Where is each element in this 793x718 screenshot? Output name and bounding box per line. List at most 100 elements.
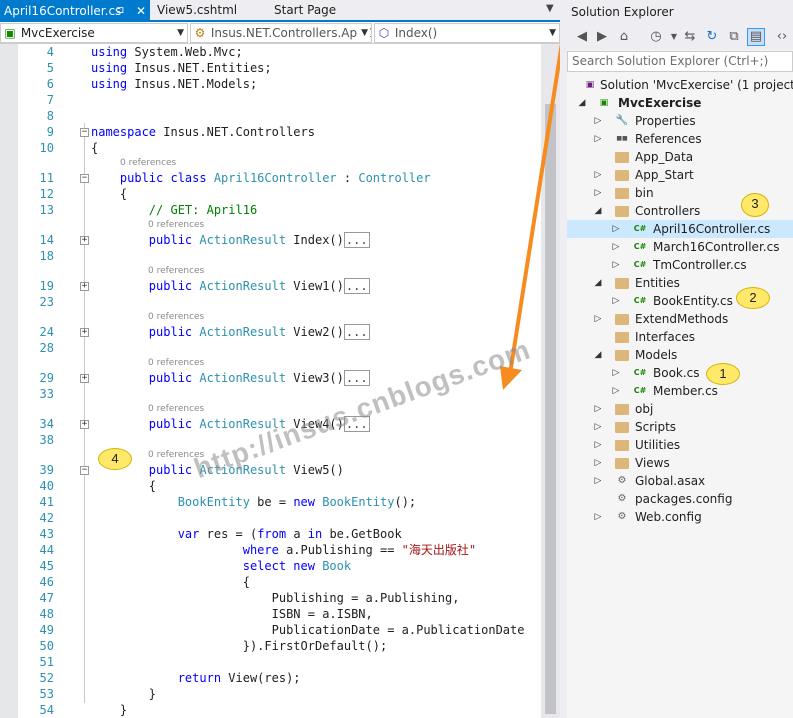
tree-node[interactable]: Interfaces	[567, 328, 793, 346]
tree-node[interactable]: ▷ obj	[567, 400, 793, 418]
collapsed-arrow-icon[interactable]: ▷	[611, 292, 621, 310]
tree-node[interactable]: ▷ ■■ References	[567, 130, 793, 148]
tree-node-project[interactable]: ◢ ▣ MvcExercise	[567, 94, 793, 112]
collapsed-arrow-icon[interactable]: ▷	[611, 364, 621, 382]
annotation-bubble-2: 2	[736, 287, 770, 309]
panel-splitter[interactable]	[560, 0, 567, 718]
expanded-arrow-icon[interactable]: ◢	[577, 94, 587, 112]
tree-node[interactable]: ◢ Models	[567, 346, 793, 364]
back-icon[interactable]: ◀	[573, 28, 591, 46]
tree-node[interactable]: ▷ 🔧 Properties	[567, 112, 793, 130]
expand-region-icon[interactable]: +	[80, 282, 89, 291]
tree-node[interactable]: ▷ ⚙ Web.config	[567, 508, 793, 526]
home-icon[interactable]: ⌂	[615, 28, 633, 46]
show-all-files-icon[interactable]: ▤	[747, 28, 765, 46]
code-text: BookEntity be = new BookEntity();	[177, 495, 417, 509]
expand-region-icon[interactable]: +	[80, 420, 89, 429]
member-dropdown[interactable]: ⬡ Index() ▼	[374, 23, 560, 43]
scrollbar-thumb[interactable]	[545, 104, 556, 714]
code-text: {	[91, 479, 157, 493]
close-icon[interactable]: ✕	[136, 0, 146, 22]
expanded-arrow-icon[interactable]: ◢	[593, 202, 603, 220]
collapse-region-icon[interactable]: −	[80, 466, 89, 475]
tab-overflow-dropdown-icon[interactable]: ▼	[546, 3, 554, 14]
forward-icon[interactable]: ▶	[593, 28, 611, 46]
tree-node-label: MvcExercise	[618, 96, 702, 110]
collapsed-arrow-icon[interactable]: ▷	[593, 508, 603, 526]
line-number: 49	[39, 623, 54, 637]
project-dropdown[interactable]: ▣ MvcExercise ▼	[0, 23, 188, 43]
expand-region-icon[interactable]: +	[80, 328, 89, 337]
code-text: public ActionResult View3()...	[148, 370, 370, 386]
code-lens-references[interactable]: 0 references	[148, 219, 204, 231]
collapsed-region-button[interactable]: ...	[343, 278, 370, 294]
collapsed-arrow-icon[interactable]: ▷	[593, 166, 603, 184]
pin-icon[interactable]: ⊐	[116, 0, 124, 22]
line-number: 39	[39, 463, 54, 477]
collapsed-arrow-icon[interactable]: ▷	[593, 130, 603, 148]
code-lens-references[interactable]: 0 references	[148, 265, 204, 277]
collapse-all-icon[interactable]: ⧉	[725, 28, 743, 46]
code-line: 51	[0, 654, 540, 670]
tree-node[interactable]: ▷ C# April16Controller.cs	[567, 220, 793, 238]
code-text: public ActionResult Index()...	[148, 232, 370, 248]
collapsed-arrow-icon[interactable]: ▷	[593, 436, 603, 454]
wrench-icon: 🔧	[615, 115, 629, 126]
collapsed-arrow-icon[interactable]: ▷	[593, 454, 603, 472]
code-text: var res = (from a in be.GetBook	[177, 527, 402, 541]
member-dropdown-label: Index()	[394, 26, 438, 40]
tree-node[interactable]: ▷ App_Start	[567, 166, 793, 184]
collapsed-region-button[interactable]: ...	[343, 232, 370, 248]
code-lens-references[interactable]: 0 references	[148, 403, 204, 415]
class-dropdown[interactable]: ⚙ Insus.NET.Controllers.April16Controlle…	[190, 23, 372, 43]
code-line: 12 {	[0, 186, 540, 202]
code-lens-references[interactable]: 0 references	[148, 357, 204, 369]
collapsed-arrow-icon[interactable]: ▷	[593, 184, 603, 202]
tree-node[interactable]: ⚙ packages.config	[567, 490, 793, 508]
code-view-icon[interactable]: ‹›	[773, 28, 791, 46]
tree-node-label: ExtendMethods	[635, 312, 729, 326]
collapsed-arrow-icon[interactable]: ▷	[593, 310, 603, 328]
collapsed-arrow-icon[interactable]: ▷	[611, 238, 621, 256]
editor-tab-bar: April16Controller.cs ⊐ ✕ View5.cshtml St…	[0, 0, 560, 22]
tree-node[interactable]: ▷ Views	[567, 454, 793, 472]
tree-node[interactable]: ▷ C# Book.cs	[567, 364, 793, 382]
tree-node[interactable]: ▷ C# Member.cs	[567, 382, 793, 400]
collapsed-region-button[interactable]: ...	[343, 370, 370, 386]
pending-changes-filter-icon[interactable]: ◷	[647, 28, 665, 46]
code-text: {	[91, 141, 99, 155]
expanded-arrow-icon[interactable]: ◢	[593, 274, 603, 292]
collapsed-arrow-icon[interactable]: ▷	[611, 220, 621, 238]
tree-node[interactable]: ▷ Scripts	[567, 418, 793, 436]
collapsed-arrow-icon[interactable]: ▷	[611, 382, 621, 400]
collapsed-arrow-icon[interactable]: ▷	[593, 418, 603, 436]
code-lens-references[interactable]: 0 references	[120, 157, 176, 169]
tab-view5[interactable]: View5.cshtml	[153, 1, 263, 20]
expand-region-icon[interactable]: +	[80, 374, 89, 383]
tree-node[interactable]: ▷ ⚙ Global.asax	[567, 472, 793, 490]
code-text: }).FirstOrDefault();	[91, 639, 388, 653]
expanded-arrow-icon[interactable]: ◢	[593, 346, 603, 364]
vertical-scrollbar[interactable]	[541, 44, 560, 718]
tab-april16controller[interactable]: April16Controller.cs ⊐ ✕	[0, 0, 150, 22]
collapsed-arrow-icon[interactable]: ▷	[611, 256, 621, 274]
tree-node[interactable]: ▷ Utilities	[567, 436, 793, 454]
collapsed-arrow-icon[interactable]: ▷	[593, 472, 603, 490]
collapsed-arrow-icon[interactable]: ▷	[593, 400, 603, 418]
refresh-icon[interactable]: ↻	[703, 28, 721, 46]
collapsed-region-button[interactable]: ...	[343, 324, 370, 340]
expand-region-icon[interactable]: +	[80, 236, 89, 245]
tree-node[interactable]: ▷ C# TmController.cs	[567, 256, 793, 274]
collapsed-arrow-icon[interactable]: ▷	[593, 112, 603, 130]
collapse-region-icon[interactable]: −	[80, 174, 89, 183]
line-number: 53	[39, 687, 54, 701]
tree-node[interactable]: ▷ ExtendMethods	[567, 310, 793, 328]
tree-node-solution[interactable]: ▣ Solution 'MvcExercise' (1 project)	[567, 76, 793, 94]
tree-node[interactable]: ▷ C# March16Controller.cs	[567, 238, 793, 256]
sync-with-document-icon[interactable]: ⇆	[681, 28, 699, 46]
tree-node[interactable]: App_Data	[567, 148, 793, 166]
code-lens-references[interactable]: 0 references	[148, 311, 204, 323]
collapse-region-icon[interactable]: −	[80, 128, 89, 137]
tab-start-page[interactable]: Start Page	[270, 1, 360, 20]
solution-explorer-search-input[interactable]: Search Solution Explorer (Ctrl+;)	[567, 51, 793, 72]
